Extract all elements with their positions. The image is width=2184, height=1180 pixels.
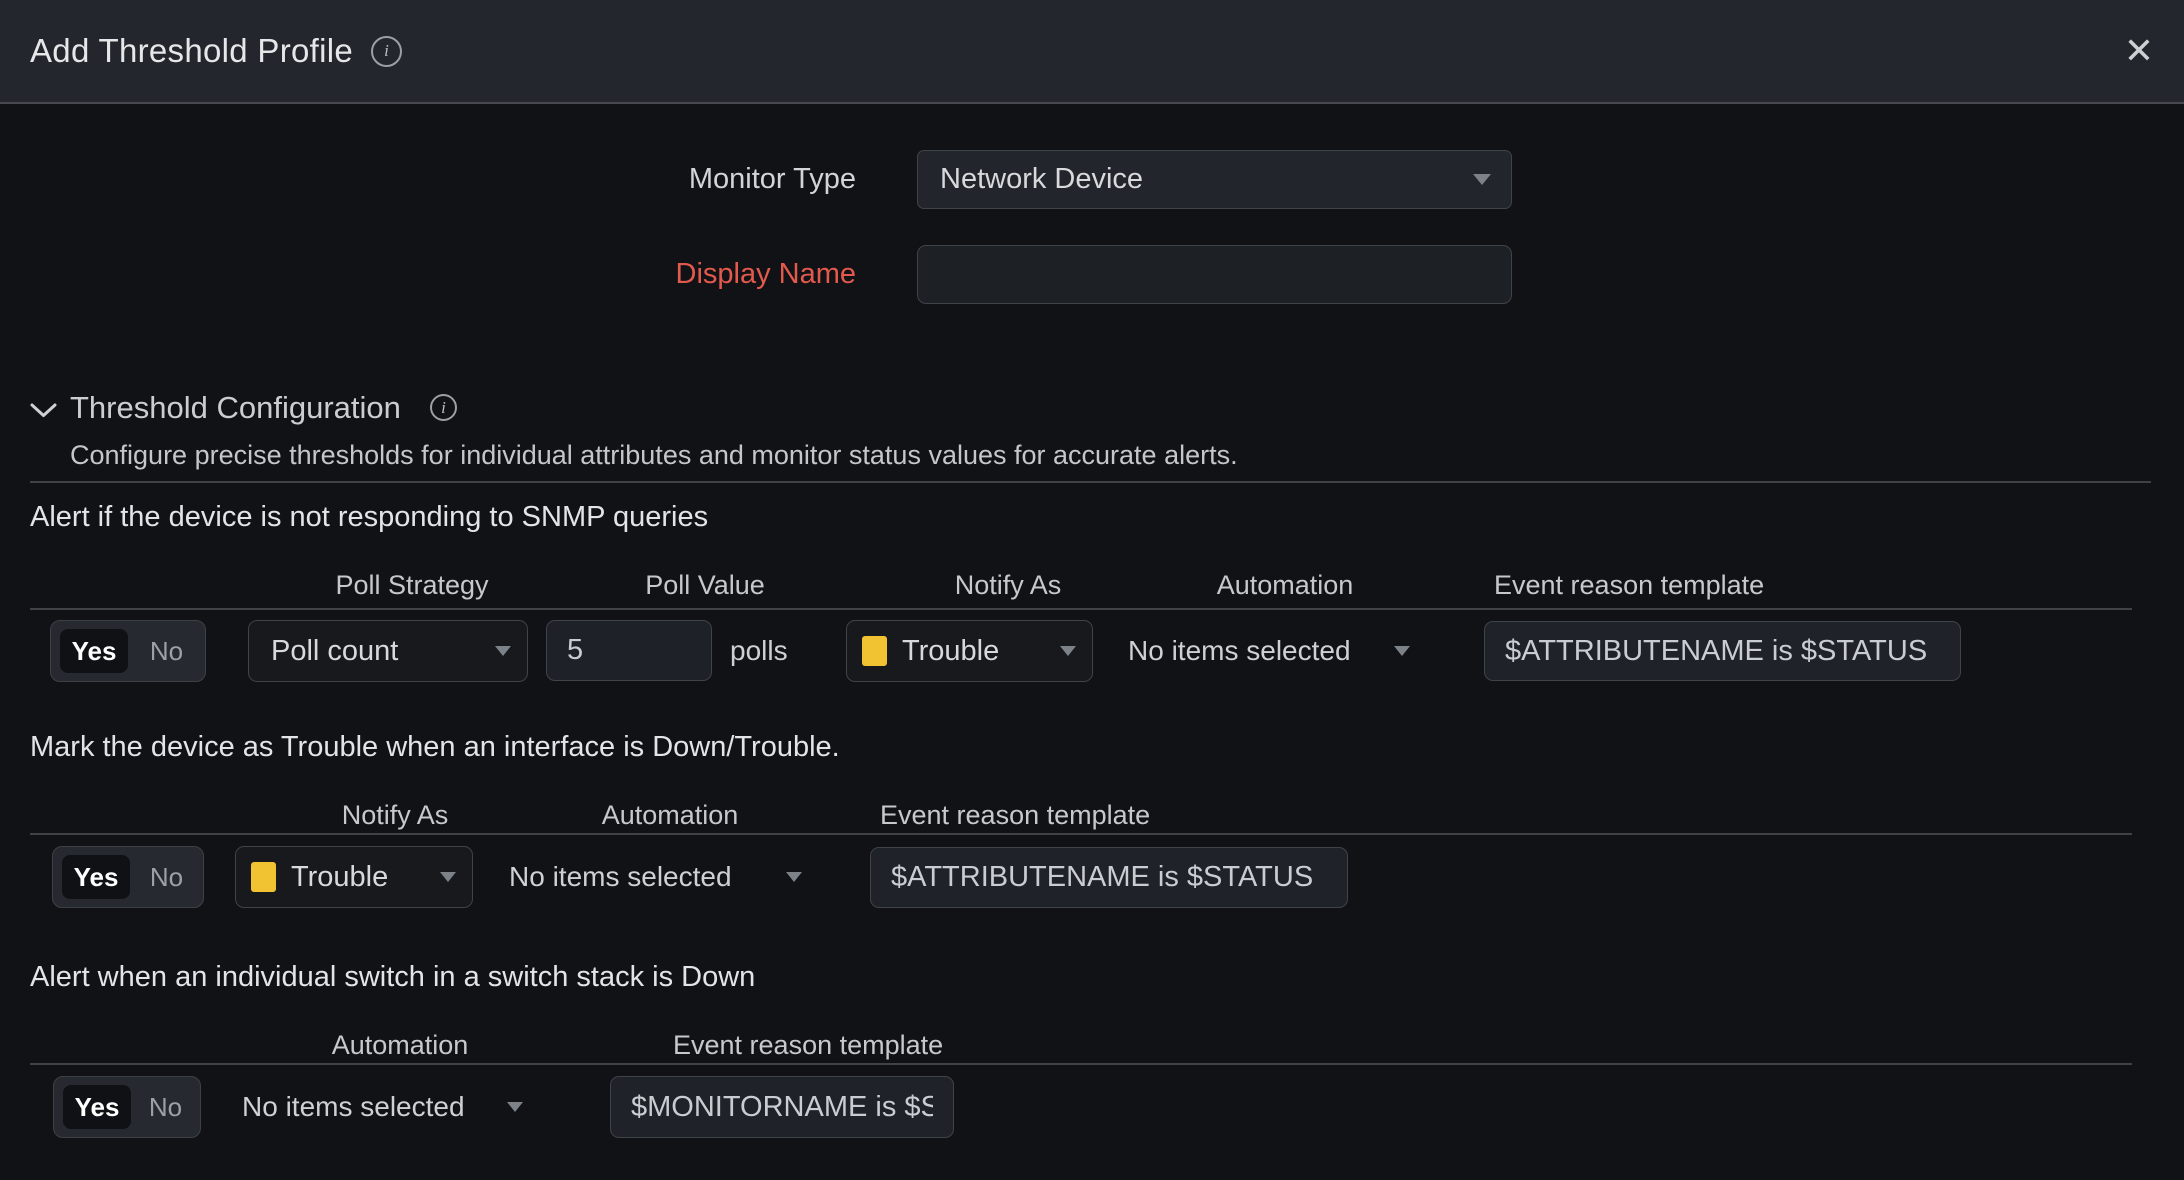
- table-divider: [30, 1063, 2132, 1065]
- col-notify-as: Notify As: [265, 798, 525, 832]
- col-automation: Automation: [270, 1028, 530, 1062]
- automation-value: No items selected: [242, 1091, 465, 1123]
- display-name-label: Display Name: [0, 245, 856, 304]
- col-automation: Automation: [1155, 568, 1415, 602]
- event-reason-input[interactable]: [870, 847, 1348, 908]
- col-event-reason: Event reason template: [880, 798, 1300, 832]
- page-title: Add Threshold Profile: [30, 32, 353, 70]
- event-reason-input[interactable]: [1484, 621, 1961, 681]
- title-info-icon[interactable]: i: [371, 36, 402, 67]
- toggle-no-option[interactable]: No: [128, 636, 205, 667]
- interface-enabled-toggle[interactable]: Yes No: [52, 846, 204, 908]
- dialog-header: Add Threshold Profile i ✕: [0, 0, 2184, 104]
- automation-select[interactable]: No items selected: [509, 846, 802, 908]
- chevron-down-icon: [1060, 646, 1076, 656]
- col-automation: Automation: [540, 798, 800, 832]
- toggle-yes-option[interactable]: Yes: [63, 1085, 131, 1129]
- monitor-type-label: Monitor Type: [0, 150, 856, 209]
- poll-strategy-value: Poll count: [249, 635, 398, 668]
- chevron-down-icon: [507, 1102, 523, 1112]
- threshold-description: Configure precise thresholds for individ…: [70, 440, 1238, 471]
- automation-select[interactable]: No items selected: [1128, 620, 1410, 682]
- trouble-status-swatch-icon: [251, 862, 276, 892]
- notify-as-value: Trouble: [887, 635, 999, 668]
- chevron-down-icon: [1394, 646, 1410, 656]
- chevron-down-icon: [495, 646, 511, 656]
- snmp-alert-heading: Alert if the device is not responding to…: [30, 501, 708, 534]
- poll-value-input[interactable]: [546, 620, 712, 681]
- interface-alert-heading: Mark the device as Trouble when an inter…: [30, 731, 840, 764]
- col-event-reason: Event reason template: [673, 1028, 1093, 1062]
- automation-value: No items selected: [1128, 635, 1351, 667]
- toggle-yes-option[interactable]: Yes: [62, 855, 130, 899]
- snmp-enabled-toggle[interactable]: Yes No: [50, 620, 206, 682]
- poll-strategy-select[interactable]: Poll count: [248, 620, 528, 682]
- col-event-reason: Event reason template: [1494, 568, 1914, 602]
- threshold-info-icon[interactable]: i: [430, 394, 457, 421]
- threshold-configuration-title: Threshold Configuration: [70, 390, 401, 426]
- toggle-no-option[interactable]: No: [130, 862, 203, 893]
- notify-as-select[interactable]: Trouble: [846, 620, 1093, 682]
- table-divider: [30, 833, 2132, 835]
- switch-stack-alert-heading: Alert when an individual switch in a swi…: [30, 961, 755, 994]
- close-icon[interactable]: ✕: [2124, 33, 2154, 69]
- switch-stack-enabled-toggle[interactable]: Yes No: [53, 1076, 201, 1138]
- toggle-yes-option[interactable]: Yes: [60, 629, 128, 673]
- toggle-no-option[interactable]: No: [131, 1092, 200, 1123]
- section-divider: [30, 481, 2151, 483]
- automation-value: No items selected: [509, 861, 732, 893]
- chevron-down-icon: [786, 872, 802, 882]
- notify-as-value: Trouble: [276, 861, 388, 894]
- display-name-input[interactable]: [917, 245, 1512, 304]
- notify-as-select[interactable]: Trouble: [235, 846, 473, 908]
- automation-select[interactable]: No items selected: [242, 1076, 523, 1138]
- chevron-down-icon: [1473, 174, 1491, 185]
- add-threshold-profile-dialog: Add Threshold Profile i ✕ Monitor Type N…: [0, 0, 2184, 1180]
- monitor-type-value: Network Device: [918, 163, 1143, 196]
- table-divider: [30, 608, 2132, 610]
- col-notify-as: Notify As: [878, 568, 1138, 602]
- poll-unit-label: polls: [730, 620, 788, 682]
- monitor-type-select[interactable]: Network Device: [917, 150, 1512, 209]
- trouble-status-swatch-icon: [862, 636, 887, 666]
- event-reason-input[interactable]: [610, 1076, 954, 1138]
- col-poll-value: Poll Value: [575, 568, 835, 602]
- col-poll-strategy: Poll Strategy: [282, 568, 542, 602]
- chevron-down-icon: [440, 872, 456, 882]
- section-collapse-chevron-icon[interactable]: [30, 402, 57, 419]
